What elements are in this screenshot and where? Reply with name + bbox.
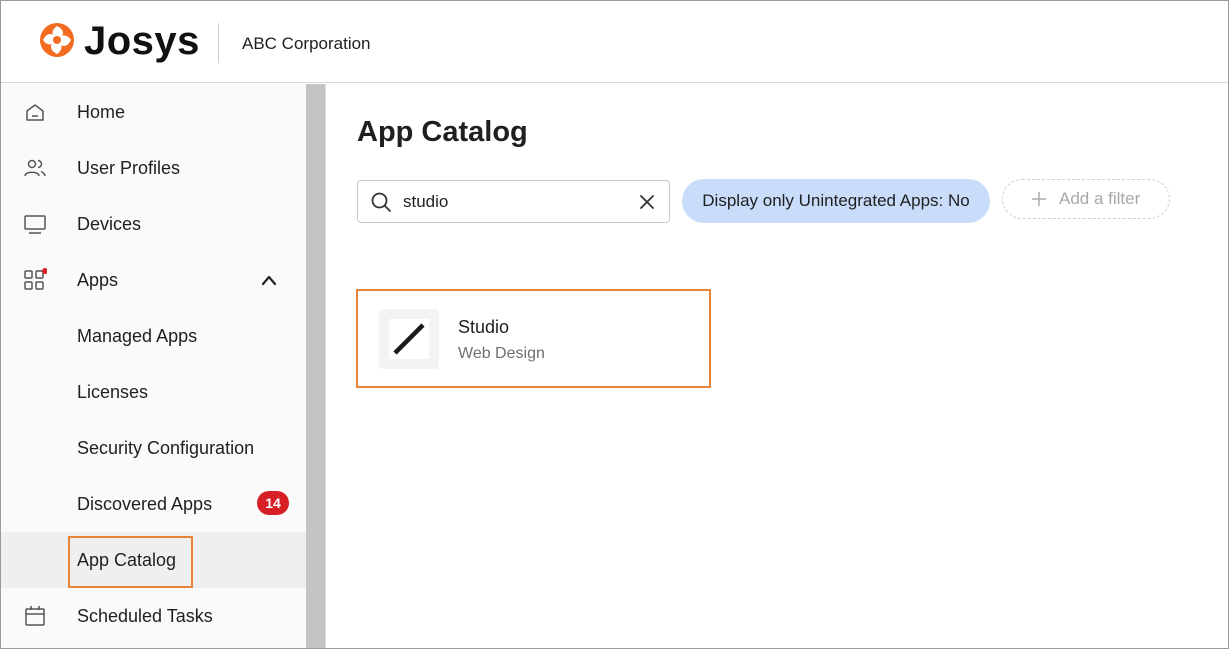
- sidebar-item-label: Managed Apps: [77, 326, 198, 346]
- app-card-studio[interactable]: Studio Web Design: [356, 289, 711, 388]
- sidebar-item-licenses[interactable]: Licenses: [1, 364, 306, 420]
- sidebar-item-security-configuration[interactable]: Security Configuration: [1, 420, 306, 476]
- notification-count-badge: 14: [257, 491, 289, 515]
- search-icon: [371, 192, 391, 212]
- sidebar-item-app-catalog[interactable]: App Catalog: [1, 532, 306, 588]
- brand-name[interactable]: Josys: [84, 17, 200, 65]
- sidebar-item-label: Discovered Apps: [77, 494, 213, 514]
- apps-grid-icon: [24, 268, 47, 290]
- sidebar-item-home[interactable]: Home: [1, 84, 306, 140]
- app-logo-inner: [389, 319, 429, 359]
- sidebar-item-devices[interactable]: Devices: [1, 196, 306, 252]
- filter-chip-unintegrated-apps[interactable]: Display only Unintegrated Apps: No: [682, 179, 990, 223]
- app-name: Studio: [458, 317, 510, 337]
- sidebar-item-user-profiles[interactable]: User Profiles: [1, 140, 306, 196]
- organization-name: ABC Corporation: [242, 34, 371, 53]
- add-filter-button[interactable]: Add a filter: [1002, 179, 1170, 219]
- sidebar-scrollbar[interactable]: [306, 84, 325, 648]
- sidebar-item-scheduled-tasks[interactable]: Scheduled Tasks: [1, 588, 306, 644]
- studio-slash-icon: [393, 323, 425, 355]
- sidebar: Home User Profiles Devices Apps Managed …: [1, 84, 306, 648]
- page-title: App Catalog: [357, 116, 528, 148]
- josys-logo-icon[interactable]: [39, 22, 75, 58]
- sidebar-item-label: Apps: [77, 270, 119, 290]
- monitor-icon: [24, 215, 46, 234]
- header-divider: [218, 23, 219, 63]
- search-box[interactable]: [357, 180, 670, 223]
- app-window: Josys ABC Corporation Home User Profiles: [0, 0, 1229, 649]
- sidebar-item-label: Licenses: [77, 382, 149, 402]
- home-icon: [26, 104, 44, 121]
- main-divider: [325, 84, 326, 648]
- plus-icon: [1032, 192, 1046, 206]
- add-filter-label: Add a filter: [1059, 189, 1141, 208]
- close-icon[interactable]: [638, 193, 656, 211]
- top-header: Josys ABC Corporation: [1, 1, 1228, 83]
- sidebar-item-managed-apps[interactable]: Managed Apps: [1, 308, 306, 364]
- sidebar-item-discovered-apps[interactable]: Discovered Apps 14: [1, 476, 306, 532]
- sidebar-item-label: User Profiles: [77, 158, 181, 178]
- sidebar-item-apps[interactable]: Apps: [1, 252, 306, 308]
- app-category: Web Design: [458, 345, 545, 362]
- sidebar-item-label: App Catalog: [77, 550, 177, 570]
- app-logo: [379, 309, 439, 369]
- chevron-up-icon[interactable]: [259, 272, 279, 288]
- calendar-icon: [25, 606, 45, 626]
- sidebar-item-label: Home: [77, 102, 126, 122]
- search-input[interactable]: [403, 191, 623, 213]
- sidebar-item-label: Devices: [77, 214, 142, 234]
- sidebar-item-label: Security Configuration: [77, 438, 255, 458]
- users-icon: [24, 159, 46, 177]
- sidebar-item-label: Scheduled Tasks: [77, 606, 213, 626]
